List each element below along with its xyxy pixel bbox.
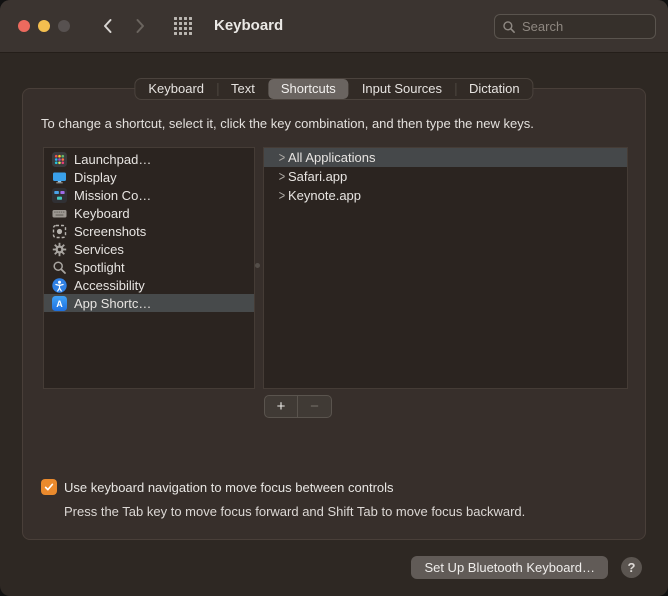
titlebar: Keyboard <box>0 0 668 53</box>
keyboard-icon <box>52 206 67 221</box>
tab-shortcuts[interactable]: Shortcuts <box>267 79 349 99</box>
keyboard-preferences-window: Keyboard Keyboard Text Shortcuts Input S… <box>0 0 668 596</box>
list-item-label: All Applications <box>288 150 376 165</box>
tab-keyboard[interactable]: Keyboard <box>135 79 217 99</box>
help-button[interactable]: ? <box>621 557 642 578</box>
display-icon <box>52 170 67 185</box>
accessibility-icon <box>52 277 67 293</box>
shortcut-categories-list: Launchpad… Display Mission Co… Keyboard … <box>43 147 255 389</box>
list-item-label: Mission Co… <box>74 187 152 203</box>
list-item-app-shortcuts[interactable]: A App Shortc… <box>44 294 254 312</box>
search-input[interactable] <box>520 18 644 35</box>
list-item-services[interactable]: Services <box>44 240 254 258</box>
close-window-button[interactable] <box>18 20 30 32</box>
zoom-window-button <box>58 20 70 32</box>
shortcuts-panel: Keyboard Text Shortcuts Input Sources Di… <box>22 78 646 540</box>
keyboard-navigation-description: Press the Tab key to move focus forward … <box>64 504 526 519</box>
remove-shortcut-button: − <box>298 395 332 418</box>
instruction-text: To change a shortcut, select it, click t… <box>41 116 534 131</box>
list-item-label: App Shortc… <box>74 295 152 311</box>
list-item-label: Launchpad… <box>74 151 152 167</box>
back-button[interactable] <box>96 16 120 36</box>
add-remove-control: + − <box>264 395 332 418</box>
checkmark-icon <box>44 483 54 491</box>
services-gear-icon <box>52 242 67 257</box>
forward-button <box>128 16 152 36</box>
window-title: Keyboard <box>214 17 284 34</box>
list-item-all-applications[interactable]: > All Applications <box>264 148 627 167</box>
list-item-label: Safari.app <box>288 169 348 184</box>
list-item-mission-control[interactable]: Mission Co… <box>44 186 254 204</box>
search-icon <box>503 20 515 33</box>
keyboard-navigation-label: Use keyboard navigation to move focus be… <box>64 479 394 495</box>
list-item-label: Keynote.app <box>288 188 362 203</box>
list-item-label: Display <box>74 169 117 185</box>
show-all-preferences-button[interactable] <box>172 15 194 37</box>
list-item-display[interactable]: Display <box>44 168 254 186</box>
list-item-label: Keyboard <box>74 205 130 221</box>
setup-bluetooth-keyboard-button[interactable]: Set Up Bluetooth Keyboard… <box>411 556 608 579</box>
tab-text[interactable]: Text <box>218 79 268 99</box>
disclosure-chevron-icon[interactable]: > <box>276 169 288 184</box>
svg-text:A: A <box>56 299 63 309</box>
add-shortcut-button[interactable]: + <box>264 395 298 418</box>
minimize-window-button[interactable] <box>38 20 50 32</box>
disclosure-chevron-icon[interactable]: > <box>276 188 288 203</box>
list-item-label: Accessibility <box>74 277 145 293</box>
list-item-keynote-app[interactable]: > Keynote.app <box>264 186 627 205</box>
tab-input-sources[interactable]: Input Sources <box>349 79 455 99</box>
spotlight-magnifier-icon <box>52 260 67 275</box>
chevron-left-icon <box>104 19 112 33</box>
disclosure-chevron-icon[interactable]: > <box>276 150 288 165</box>
search-field[interactable] <box>494 14 656 39</box>
scrollbar-thumb[interactable] <box>255 263 260 268</box>
list-item-label: Services <box>74 241 124 257</box>
launchpad-icon <box>52 151 67 167</box>
list-item-safari-app[interactable]: > Safari.app <box>264 167 627 186</box>
list-item-accessibility[interactable]: Accessibility <box>44 276 254 294</box>
list-item-label: Screenshots <box>74 223 147 239</box>
tab-dictation[interactable]: Dictation <box>456 79 533 99</box>
mission-control-icon <box>52 187 67 203</box>
app-shortcuts-icon: A <box>52 295 67 311</box>
keyboard-navigation-checkbox[interactable] <box>41 479 57 495</box>
list-item-spotlight[interactable]: Spotlight <box>44 258 254 276</box>
list-item-keyboard[interactable]: Keyboard <box>44 204 254 222</box>
list-item-label: Spotlight <box>74 259 125 275</box>
app-shortcuts-list: > All Applications > Safari.app > Keynot… <box>263 147 628 389</box>
chevron-right-icon <box>136 19 144 33</box>
tab-bar: Keyboard Text Shortcuts Input Sources Di… <box>134 78 534 100</box>
list-item-screenshots[interactable]: Screenshots <box>44 222 254 240</box>
keyboard-navigation-checkbox-row: Use keyboard navigation to move focus be… <box>41 479 394 495</box>
screenshots-icon <box>52 224 67 239</box>
list-item-launchpad[interactable]: Launchpad… <box>44 150 254 168</box>
